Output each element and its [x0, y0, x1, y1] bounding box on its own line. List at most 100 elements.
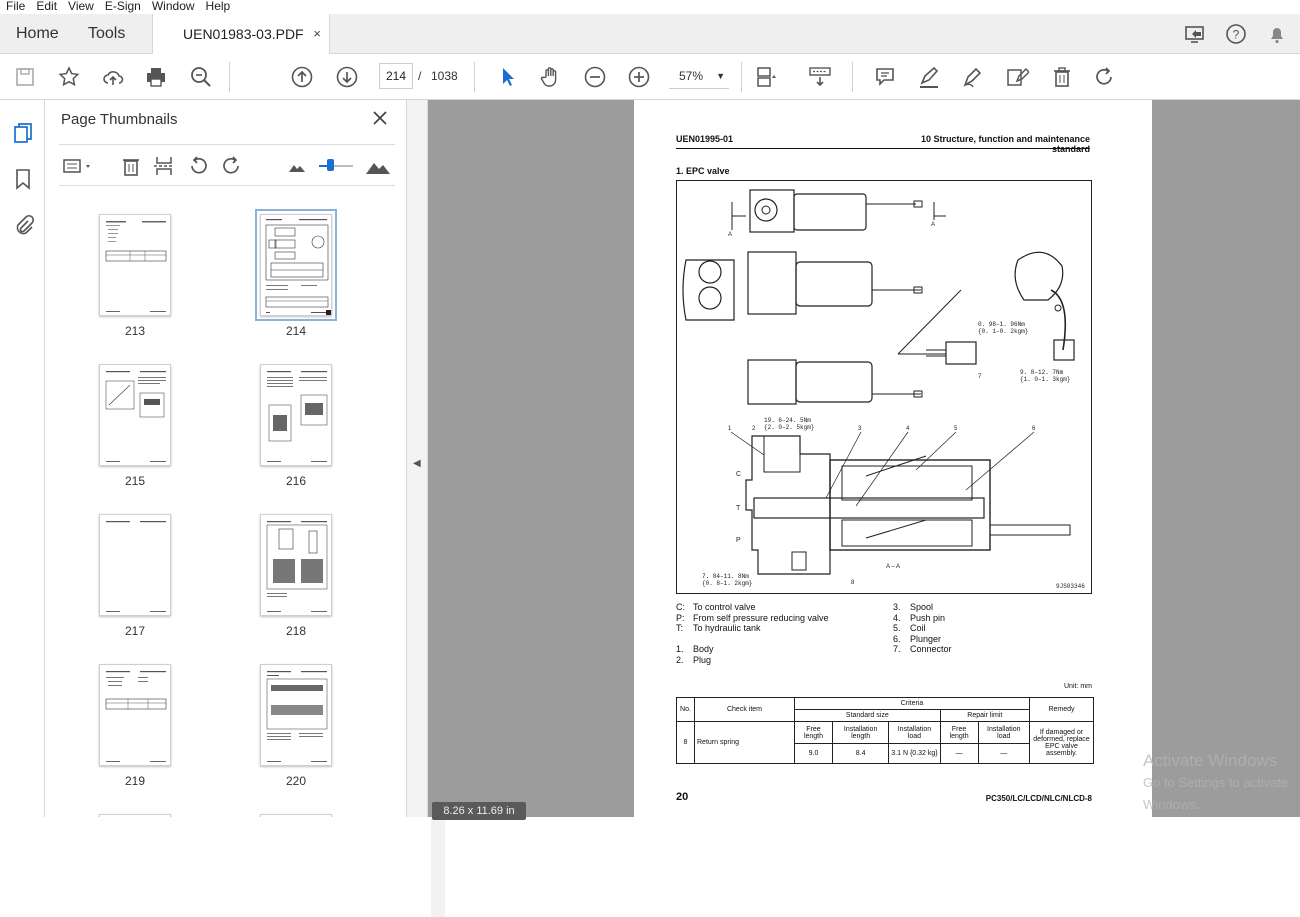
print-icon[interactable]	[144, 65, 168, 89]
menu-edit[interactable]: Edit	[30, 0, 62, 14]
menu-view[interactable]: View	[62, 0, 99, 14]
bookmarks-icon[interactable]	[11, 167, 35, 191]
tab-tools[interactable]: Tools	[88, 14, 125, 54]
upload-cloud-icon[interactable]	[101, 65, 125, 89]
zoom-in-icon[interactable]	[627, 65, 651, 89]
tab-document-title: UEN01983-03.PDF	[183, 26, 304, 42]
doc-header-right: 10 Structure, function and maintenance s…	[920, 134, 1090, 154]
small-thumbnail-mountain-icon[interactable]	[285, 154, 309, 178]
zoom-level-value: 57%	[679, 69, 704, 83]
save-icon[interactable]	[13, 65, 37, 89]
table-cell: Return spring	[694, 721, 795, 764]
tab-document[interactable]: UEN01983-03.PDF ×	[152, 14, 330, 55]
thumbnail-page-214-selected[interactable]	[255, 209, 337, 321]
zoom-level-select[interactable]: 57% ▼	[669, 63, 729, 89]
thumbnail-page-215[interactable]	[99, 364, 171, 466]
toolbar-separator	[474, 62, 475, 92]
table-header: Remedy	[1029, 697, 1094, 722]
zoom-out-icon[interactable]	[583, 65, 607, 89]
part-label-8: 8	[851, 580, 855, 586]
port-label-c: C	[736, 471, 741, 478]
notifications-bell-icon[interactable]	[1265, 22, 1289, 46]
menu-help[interactable]: Help	[200, 0, 236, 14]
scroll-mode-icon[interactable]	[808, 65, 832, 89]
table-header: Free length	[794, 721, 833, 744]
thumbnail-page-216[interactable]	[260, 364, 332, 466]
thumbnail-page-217[interactable]	[99, 514, 171, 616]
torque-label-1: 19. 6–24. 5Nm	[764, 417, 811, 424]
thumbnail-label: 216	[285, 474, 307, 488]
legend-item: 6. Plunger	[893, 633, 942, 644]
section-title: 1. EPC valve	[676, 166, 730, 176]
thumbnail-grid: 213 214 215 216 217 218 219 220	[59, 192, 385, 817]
torque-label-4b: {0. 8–1. 2kgm}	[702, 580, 752, 587]
table-header: Repair limit	[939, 709, 1031, 722]
document-viewer[interactable]: UEN01995-01 10 Structure, function and m…	[428, 100, 1300, 820]
collapse-panel-icon[interactable]: ◀	[413, 458, 421, 469]
table-cell: —	[939, 743, 979, 764]
table-cell: 3.1 N {0.32 kg}	[888, 743, 941, 764]
split-page-icon[interactable]	[152, 154, 176, 178]
panel-title: Page Thumbnails	[61, 111, 178, 128]
table-header: No.	[676, 697, 695, 722]
page-fit-icon[interactable]	[754, 65, 778, 89]
menu-file[interactable]: File	[0, 0, 30, 14]
total-pages: 1038	[431, 69, 458, 83]
comment-icon[interactable]	[873, 65, 897, 89]
rotate-counterclockwise-icon[interactable]	[186, 154, 210, 178]
thumbnail-size-slider[interactable]	[315, 154, 357, 178]
delete-trash-icon[interactable]	[1050, 65, 1074, 89]
table-header: Criteria	[794, 697, 1030, 710]
thumbnail-toolbar	[59, 144, 395, 186]
panel-divider[interactable]: ◀	[407, 100, 428, 817]
help-icon[interactable]: ?	[1224, 22, 1248, 46]
watermark-line-1: Activate Windows	[1143, 751, 1278, 770]
bookmark-star-icon[interactable]	[57, 65, 81, 89]
draw-pen-icon[interactable]	[961, 65, 985, 89]
page-number-input[interactable]: 214	[379, 63, 413, 89]
menu-esign[interactable]: E-Sign	[99, 0, 146, 14]
thumbnail-options-icon[interactable]	[61, 154, 97, 178]
table-header: Free length	[939, 721, 979, 744]
table-header: Installation load	[977, 721, 1031, 744]
page-separator: /	[418, 69, 422, 83]
legend-right: 3. Spool 4. Push pin 5. Coil 6. Plunger 7. Co…	[893, 602, 1093, 655]
table-cell: —	[977, 743, 1031, 764]
legend-item: 5. Coil	[893, 623, 926, 633]
part-label-1: 1	[728, 426, 732, 432]
legend-item: P: From self pressure reducing valve	[676, 612, 829, 623]
thumbnail-page-213[interactable]	[99, 214, 171, 316]
left-rail	[0, 100, 45, 817]
large-thumbnail-mountain-icon[interactable]	[365, 154, 391, 178]
tab-close-button[interactable]: ×	[313, 14, 321, 54]
hand-tool-icon[interactable]	[539, 65, 563, 89]
previous-page-icon[interactable]	[290, 65, 314, 89]
thumbnail-label: 217	[124, 624, 146, 638]
model-label: PC350/LC/LCD/NLC/NLCD-8	[985, 794, 1092, 803]
doc-header-left: UEN01995-01	[676, 134, 734, 144]
tab-home[interactable]: Home	[16, 14, 59, 54]
table-cell: 8.4	[831, 743, 890, 764]
attachments-paperclip-icon[interactable]	[11, 213, 35, 237]
table-header: Installation load	[888, 721, 941, 744]
select-cursor-icon[interactable]	[496, 65, 520, 89]
next-page-icon[interactable]	[335, 65, 359, 89]
part-label-5: 5	[954, 426, 958, 432]
legend-item: T: To hydraulic tank	[676, 623, 761, 633]
delete-page-icon[interactable]	[119, 154, 143, 178]
redo-icon[interactable]	[1093, 65, 1117, 89]
close-icon[interactable]	[370, 108, 390, 128]
rotate-clockwise-icon[interactable]	[220, 154, 244, 178]
activate-windows-watermark: Activate Windows Go to Settings to activ…	[1143, 750, 1300, 816]
thumbnail-page-220[interactable]	[260, 664, 332, 766]
page-thumbnails-icon[interactable]	[11, 121, 35, 145]
thumbnail-page-218[interactable]	[260, 514, 332, 616]
menu-window[interactable]: Window	[146, 0, 200, 14]
find-zoom-icon[interactable]	[189, 65, 213, 89]
highlight-pen-icon[interactable]	[917, 65, 941, 89]
toolbar-separator	[229, 62, 230, 92]
unit-label: Unit: mm	[1064, 683, 1092, 690]
thumbnail-page-219[interactable]	[99, 664, 171, 766]
share-screen-icon[interactable]	[1183, 22, 1207, 46]
edit-text-icon[interactable]	[1005, 65, 1031, 89]
